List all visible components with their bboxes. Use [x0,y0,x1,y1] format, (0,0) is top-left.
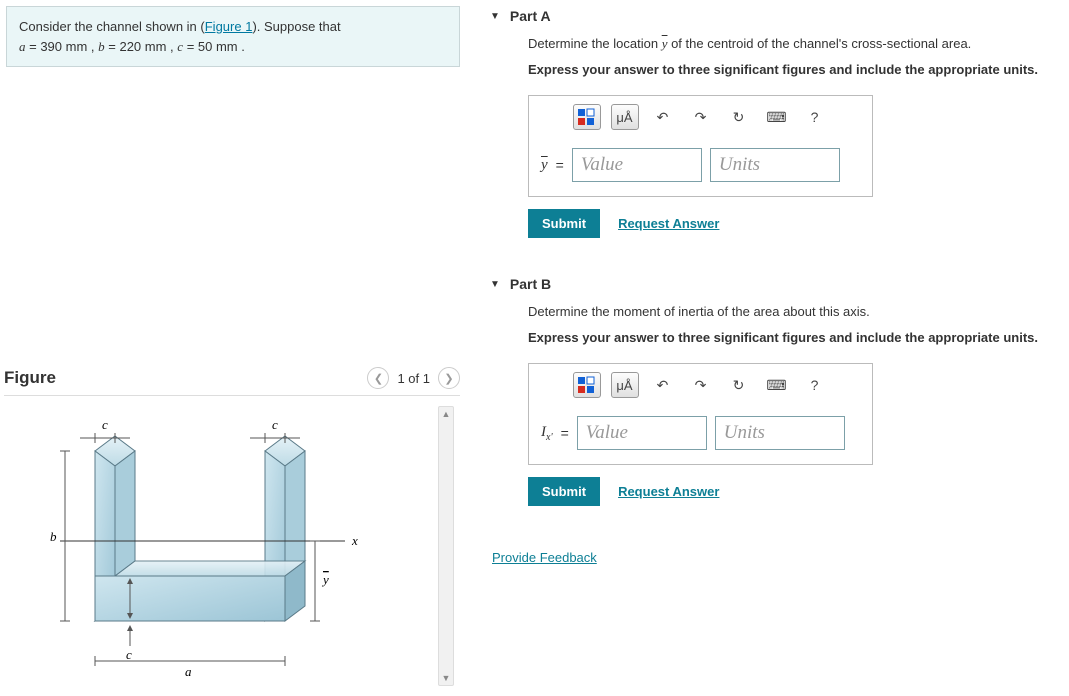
value-input-a[interactable]: Value [572,148,702,182]
scroll-down-icon[interactable]: ▼ [439,671,453,685]
problem-text-suffix: ). Suppose that [252,19,340,34]
var-label-b: Ix' [541,424,553,443]
keyboard-icon[interactable]: ⌨ [763,372,791,398]
answer-box-b: μÅ ↶ ↷ ↻ ⌨ ? Ix' = Value Units [528,363,873,465]
caret-down-icon: ▼ [490,11,500,22]
reset-icon[interactable]: ↻ [725,104,753,130]
redo-icon[interactable]: ↷ [687,104,715,130]
var-a: a [19,39,26,54]
part-b-instr: Express your answer to three significant… [528,328,1054,348]
problem-statement: Consider the channel shown in (Figure 1)… [6,6,460,67]
figure-scrollbar[interactable]: ▲ ▼ [438,406,454,686]
pager-next[interactable]: ❯ [438,367,460,389]
submit-button-b[interactable]: Submit [528,477,600,506]
undo-icon[interactable]: ↶ [649,372,677,398]
help-icon[interactable]: ? [801,372,829,398]
caret-down-icon: ▼ [490,279,500,290]
prompt-a-suffix: of the centroid of the channel's cross-s… [667,36,971,51]
label-ybar: y [321,572,329,587]
request-answer-b[interactable]: Request Answer [618,484,719,499]
label-c1: c [102,417,108,432]
var-c: c [177,39,183,54]
help-icon[interactable]: ? [801,104,829,130]
figure-panel: Figure ❮ 1 of 1 ❯ [0,367,460,696]
val-c: = 50 mm . [187,39,245,54]
label-c2: c [272,417,278,432]
prompt-a-prefix: Determine the location [528,36,662,51]
redo-icon[interactable]: ↷ [687,372,715,398]
val-b: = 220 mm , [108,39,173,54]
units-button[interactable]: μÅ [611,104,639,130]
answer-box-a: μÅ ↶ ↷ ↻ ⌨ ? y = Value Units [528,95,873,197]
part-a-header[interactable]: ▼ Part A [490,0,1054,34]
part-b-prompt: Determine the moment of inertia of the a… [528,302,1054,322]
equals-b: = [561,425,569,441]
templates-button[interactable] [573,104,601,130]
problem-text-prefix: Consider the channel shown in ( [19,19,205,34]
units-button[interactable]: μÅ [611,372,639,398]
label-a: a [185,664,192,679]
var-label-a: y [541,157,548,174]
val-a: = 390 mm , [29,39,94,54]
pager-prev[interactable]: ❮ [367,367,389,389]
templates-button[interactable] [573,372,601,398]
submit-button-a[interactable]: Submit [528,209,600,238]
part-b-title: Part B [510,276,551,292]
part-b-header[interactable]: ▼ Part B [490,268,1054,302]
part-a-instr: Express your answer to three significant… [528,60,1054,80]
figure-pager: ❮ 1 of 1 ❯ [367,367,460,389]
keyboard-icon[interactable]: ⌨ [763,104,791,130]
scroll-up-icon[interactable]: ▲ [439,407,453,421]
reset-icon[interactable]: ↻ [725,372,753,398]
label-b: b [50,529,57,544]
undo-icon[interactable]: ↶ [649,104,677,130]
figure-title: Figure [4,368,56,388]
part-a-prompt: Determine the location y of the centroid… [528,34,1054,54]
part-a-title: Part A [510,8,551,24]
label-x: x [351,533,358,548]
request-answer-a[interactable]: Request Answer [618,216,719,231]
value-input-b[interactable]: Value [577,416,707,450]
units-input-b[interactable]: Units [715,416,845,450]
units-input-a[interactable]: Units [710,148,840,182]
figure-image: x y b a [10,406,380,686]
pager-label: 1 of 1 [397,371,430,386]
figure-link[interactable]: Figure 1 [205,19,253,34]
var-b: b [98,39,105,54]
equals-a: = [556,157,564,173]
provide-feedback-link[interactable]: Provide Feedback [492,550,1054,565]
